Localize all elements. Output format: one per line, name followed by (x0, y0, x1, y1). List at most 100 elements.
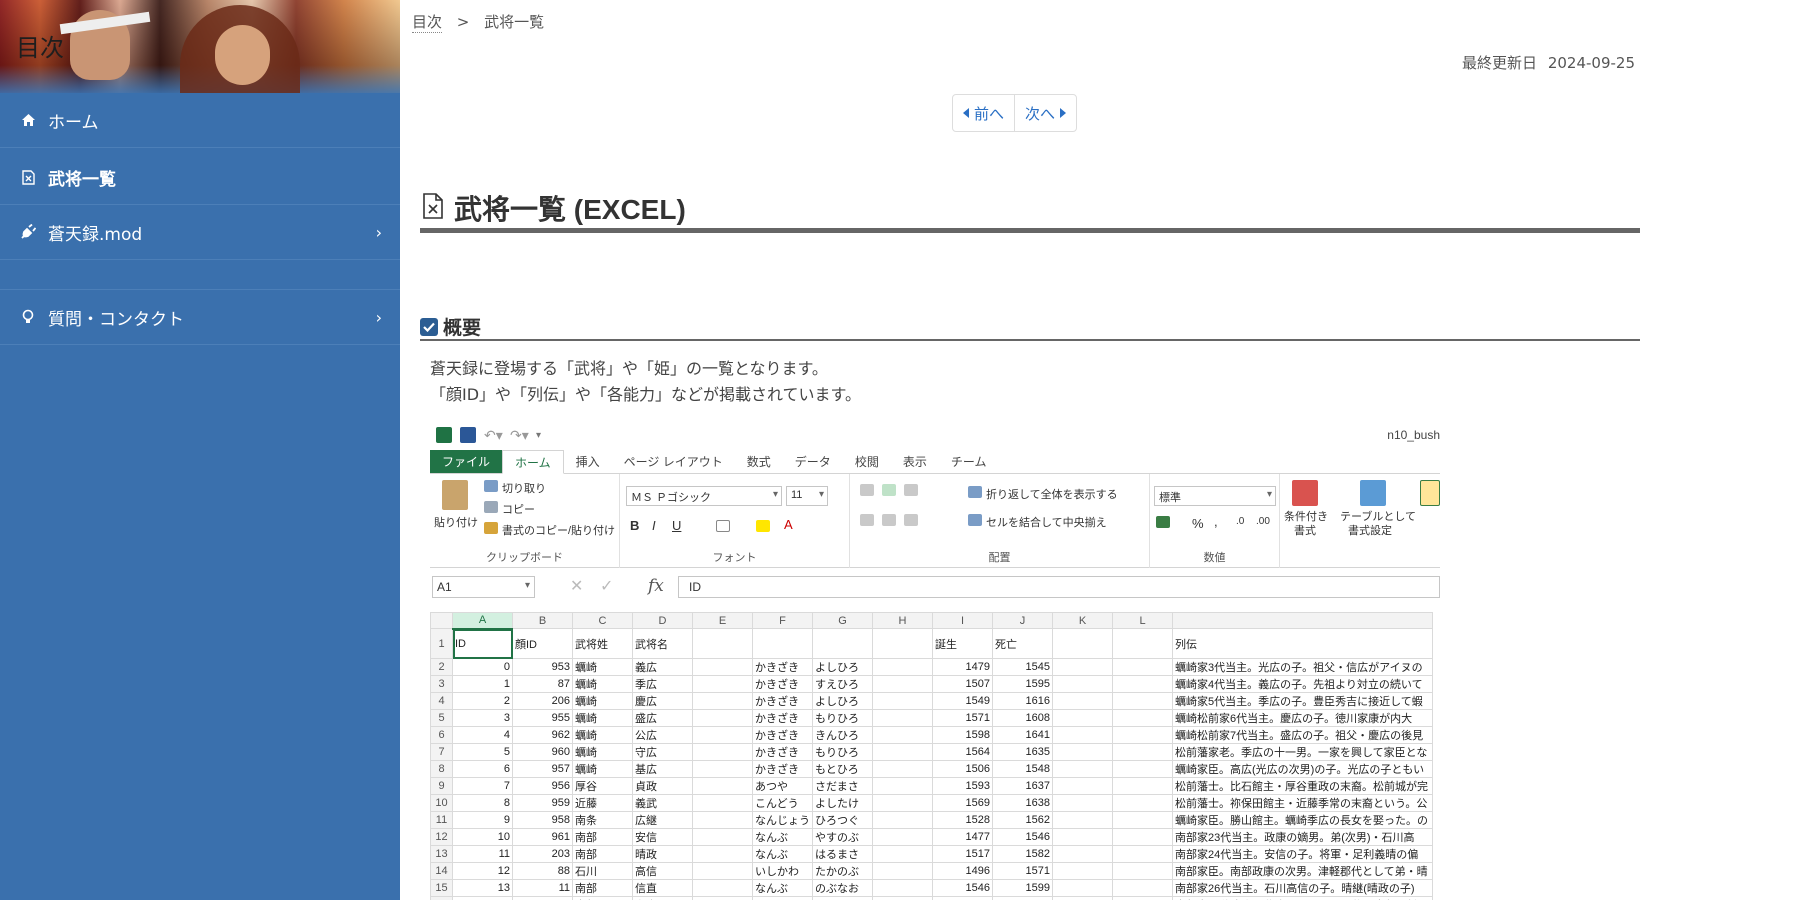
table-row: 2 0 953 蠣崎 義広 かきざき よしひろ 1479 1545 蠣崎家3代当主。光広の子。祖父… (430, 658, 1433, 676)
table-cell: 6 (452, 760, 513, 778)
prev-page-button[interactable]: 前へ (953, 95, 1014, 131)
table-cell: 8 (452, 794, 513, 812)
table-cell (1052, 675, 1113, 693)
table-cell (872, 862, 933, 880)
table-cell: 武将姓 (572, 628, 633, 659)
excel-screenshot: ↶▾ ↷▾ ▾ n10_bush ファイル ホーム 挿入 ページ レイアウト 数… (430, 420, 1440, 900)
table-cell: 義武 (632, 794, 693, 812)
table-cell (1052, 760, 1113, 778)
table-cell: 4 (452, 726, 513, 744)
next-page-button[interactable]: 次へ (1014, 95, 1076, 131)
sidebar-item-home[interactable]: ホーム (0, 93, 400, 148)
row-number: 11 (430, 811, 453, 829)
table-cell (1052, 811, 1113, 829)
percent-icon: % (1192, 516, 1204, 531)
table-cell (692, 845, 753, 863)
table-cell (872, 879, 933, 897)
number-group-label: 数値 (1203, 552, 1226, 564)
table-cell (872, 845, 933, 863)
copy-icon (484, 501, 498, 513)
table-cell: 955 (512, 709, 573, 727)
chevron-right-icon: › (375, 308, 382, 327)
table-cell (872, 794, 933, 812)
table-cell: 1549 (932, 692, 993, 710)
font-group-label: フォント (712, 552, 757, 564)
table-cell: 蠣崎 (572, 692, 633, 710)
table-cell (1112, 628, 1173, 659)
table-cell: 1616 (992, 692, 1053, 710)
quick-access-toolbar: ↶▾ ↷▾ ▾ n10_bush (430, 420, 1440, 450)
row-number: 13 (430, 845, 453, 863)
column-header: I (932, 612, 993, 629)
column-header (1172, 612, 1433, 629)
table-cell: 広継 (632, 811, 693, 829)
table-cell: 利直 (632, 896, 693, 900)
decimal-increase-icon: .0 (1236, 516, 1245, 527)
column-header: C (572, 612, 633, 629)
table-cell: 1599 (992, 879, 1053, 897)
sidebar-item-contact[interactable]: 質問・コンタクト › (0, 290, 400, 345)
table-cell: 1571 (992, 862, 1053, 880)
spreadsheet-table: A B C D E F G H I J K L 1 ID 顔ID 武将姓 武将名… (430, 612, 1433, 900)
plug-icon (20, 224, 36, 240)
table-cell: 7 (452, 777, 513, 795)
table-cell: 958 (512, 811, 573, 829)
table-cell: 安信 (632, 828, 693, 846)
merge-center-icon (968, 514, 982, 526)
table-cell: 高信 (632, 862, 693, 880)
table-cell: 南条 (572, 811, 633, 829)
sidebar-item-label: 蒼天録.mod (48, 224, 143, 245)
sidebar-spacer (0, 260, 400, 290)
table-cell (1112, 879, 1173, 897)
table-row: 12 10 961 南部 安信 なんぶ やすのぶ 1477 1546 南部家23代当主。政康の嫡男… (430, 828, 1433, 846)
table-cell: こんどう (752, 794, 813, 812)
table-cell: 厚谷 (572, 777, 633, 795)
description-line: 「顔ID」や「列伝」や「各能力」などが掲載されています。 (430, 385, 861, 404)
row-number: 5 (430, 709, 453, 727)
table-cell: 蠣崎家5代当主。季広の子。豊臣秀吉に接近して蝦 (1172, 692, 1433, 710)
ribbon-tab-insert: 挿入 (575, 455, 600, 469)
save-icon (460, 427, 476, 443)
breadcrumb-root-link[interactable]: 目次 (412, 13, 443, 33)
table-cell: 10 (452, 828, 513, 846)
wrap-text-label: 折り返して全体を表示する (986, 489, 1118, 501)
ribbon-group-number: 標準 % , .0 .00 数値 (1150, 474, 1280, 568)
table-cell: 松前藩士。比石館主・厚谷重政の末裔。松前城が完 (1172, 777, 1433, 795)
sidebar-item-busho-list[interactable]: 武将一覧 (0, 150, 400, 205)
table-row: 9 7 956 厚谷 貞政 あつや さだまさ 1593 1637 松前藩士。比石館主・厚谷重政の末… (430, 777, 1433, 795)
table-cell: 誕生 (932, 628, 993, 659)
cancel-icon: ✕ (570, 578, 584, 595)
table-cell (1052, 709, 1113, 727)
table-cell: 961 (512, 828, 573, 846)
excel-logo-icon (436, 427, 452, 443)
table-cell: 1564 (932, 743, 993, 761)
table-cell: 公広 (632, 726, 693, 744)
table-cell: 南部 (572, 845, 633, 863)
table-cell: なんぶ (752, 828, 813, 846)
table-cell: 近藤 (572, 794, 633, 812)
checkbox-checked-icon (420, 317, 438, 336)
table-cell: 206 (512, 692, 573, 710)
sidebar-banner-image: 目次 (0, 0, 400, 93)
table-cell (692, 726, 753, 744)
table-cell: もりひろ (812, 743, 873, 761)
table-cell (1112, 896, 1173, 900)
sidebar-item-label: 質問・コンタクト (48, 309, 184, 330)
ribbon-tab-formulas: 数式 (746, 455, 771, 469)
table-cell: かきざき (752, 675, 813, 693)
table-cell: 死亡 (992, 628, 1053, 659)
table-cell: 962 (512, 726, 573, 744)
row-number: 6 (430, 726, 453, 744)
table-cell: 1593 (932, 777, 993, 795)
table-cell (1052, 828, 1113, 846)
sidebar-item-soten-mod[interactable]: 蒼天録.mod › (0, 205, 400, 260)
table-cell (1052, 862, 1113, 880)
lightbulb-icon (20, 309, 36, 325)
table-cell: 南部家臣。南部政康の次男。津軽郡代として弟・晴 (1172, 862, 1433, 880)
main-content: 目次 > 武将一覧 最終更新日 2024-09-25 前へ 次へ 武将一覧 (E… (400, 0, 1800, 900)
table-cell: 蠣崎家臣。高広(光広の次男)の子。光広の子ともい (1172, 760, 1433, 778)
comma-icon: , (1214, 514, 1218, 529)
table-cell: 南部 (572, 879, 633, 897)
caret-left-icon (963, 108, 969, 118)
table-row: 11 9 958 南条 広継 なんじょう ひろつぐ 1528 1562 蠣崎家臣。勝山館主。蠣崎季… (430, 811, 1433, 829)
